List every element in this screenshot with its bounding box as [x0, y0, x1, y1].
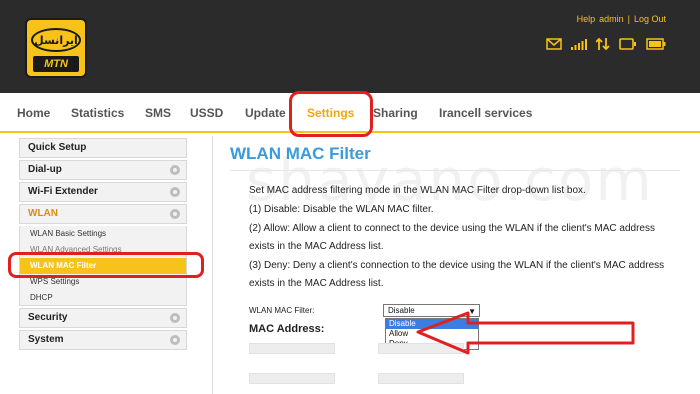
transfer-icon [596, 38, 610, 50]
admin-label: admin [599, 14, 624, 24]
sidebar-item-label: System [28, 334, 64, 345]
header-bar: ایرانسل MTN Help admin | Log Out [0, 0, 700, 93]
device-icon [619, 38, 636, 50]
annotation-arrow-icon [416, 311, 635, 355]
sidebar-item-quick-setup[interactable]: Quick Setup [19, 138, 187, 158]
logo-text-mtn: MTN [33, 56, 79, 72]
separator: | [627, 14, 630, 24]
sidebar-item-security[interactable]: Security [19, 308, 187, 328]
expand-icon [170, 335, 180, 345]
sidebar-item-wifi-extender[interactable]: Wi-Fi Extender [19, 182, 187, 202]
description-line: Set MAC address filtering mode in the WL… [249, 185, 586, 196]
mail-icon [546, 38, 562, 50]
sidebar-item-label: Quick Setup [28, 142, 87, 153]
logo-text-persian: ایرانسل [31, 28, 81, 52]
description-line: exists in the MAC Address list. [249, 278, 384, 289]
sidebar: Quick Setup Dial-up Wi-Fi Extender WLAN … [19, 138, 187, 352]
sidebar-item-label: Dial-up [28, 164, 62, 175]
wlan-mac-filter-label: WLAN MAC Filter: [249, 306, 315, 315]
mac-address-field-3[interactable] [249, 373, 335, 384]
description-line: exists in the MAC Address list. [249, 241, 384, 252]
settings-highlight-annotation [289, 91, 373, 137]
expand-icon [170, 187, 180, 197]
sidebar-sub-dhcp[interactable]: DHCP [19, 290, 187, 306]
battery-icon [646, 38, 666, 50]
sidebar-item-label: WLAN [28, 208, 58, 219]
nav-ussd[interactable]: USSD [190, 106, 223, 120]
description-line: (1) Disable: Disable the WLAN MAC filter… [249, 204, 434, 215]
expand-icon [170, 313, 180, 323]
nav-sms[interactable]: SMS [145, 106, 171, 120]
top-links: Help admin | Log Out [577, 14, 666, 24]
mac-filter-highlight-annotation [8, 252, 204, 278]
page-title: WLAN MAC Filter [230, 144, 371, 163]
title-divider [230, 170, 680, 171]
description-line: (3) Deny: Deny a client's connection to … [249, 260, 665, 271]
irancell-logo: ایرانسل MTN [25, 18, 87, 78]
sidebar-item-label: Wi-Fi Extender [28, 186, 98, 197]
status-icons [546, 38, 666, 50]
signal-icon [571, 39, 587, 50]
sidebar-item-system[interactable]: System [19, 330, 187, 350]
sidebar-sub-wlan-basic[interactable]: WLAN Basic Settings [19, 226, 187, 242]
mac-address-field-4[interactable] [378, 373, 464, 384]
nav-update[interactable]: Update [245, 106, 286, 120]
help-link[interactable]: Help [577, 14, 596, 24]
sidebar-item-label: Security [28, 312, 68, 323]
sidebar-item-dialup[interactable]: Dial-up [19, 160, 187, 180]
collapse-icon [170, 209, 180, 219]
expand-icon [170, 165, 180, 175]
nav-irancell-services[interactable]: Irancell services [439, 106, 532, 120]
mac-address-field-1[interactable] [249, 343, 335, 354]
divider [212, 136, 213, 394]
nav-home[interactable]: Home [17, 106, 50, 120]
sidebar-item-wlan[interactable]: WLAN [19, 204, 187, 224]
description-line: (2) Allow: Allow a client to connect to … [249, 223, 655, 234]
mac-address-label: MAC Address: [249, 323, 325, 335]
nav-statistics[interactable]: Statistics [71, 106, 124, 120]
logout-link[interactable]: Log Out [634, 14, 666, 24]
nav-sharing[interactable]: Sharing [373, 106, 418, 120]
